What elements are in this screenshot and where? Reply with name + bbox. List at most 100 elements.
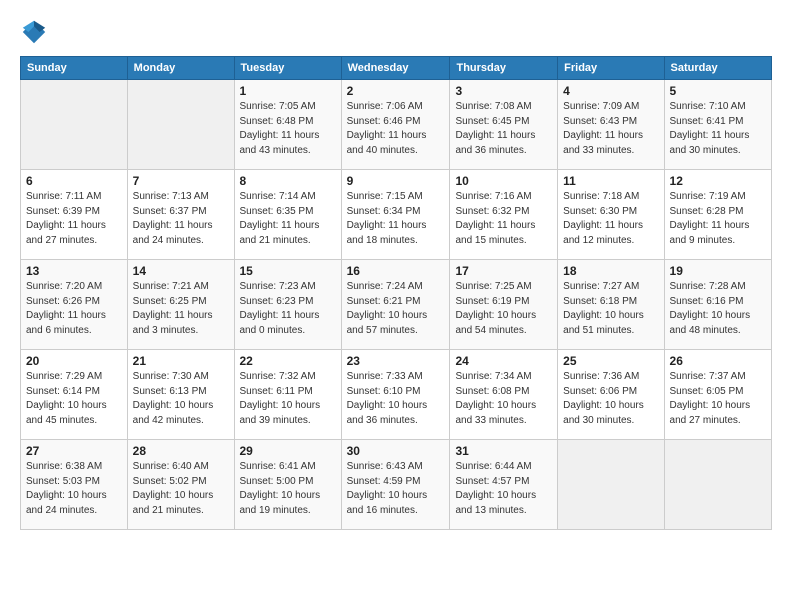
day-info: Sunrise: 7:06 AMSunset: 6:46 PMDaylight:… [347, 100, 445, 158]
weekday-header: Saturday [664, 57, 771, 80]
calendar-cell: 26 Sunrise: 7:37 AMSunset: 6:05 PMDayligh… [664, 350, 771, 440]
day-info: Sunrise: 7:14 AMSunset: 6:35 PMDaylight:… [240, 190, 336, 248]
day-info: Sunrise: 7:23 AMSunset: 6:23 PMDaylight:… [240, 280, 336, 338]
calendar-cell [664, 440, 771, 530]
calendar-cell: 5 Sunrise: 7:10 AMSunset: 6:41 PMDaylight… [664, 80, 771, 170]
day-info: Sunrise: 6:43 AMSunset: 4:59 PMDaylight:… [347, 460, 445, 518]
day-info: Sunrise: 7:19 AMSunset: 6:28 PMDaylight:… [670, 190, 766, 248]
calendar-cell: 23Sunrise: 7:33 AMSunset: 6:10 PMDayligh… [341, 350, 450, 440]
day-number: 16 [347, 264, 445, 278]
day-info: Sunrise: 7:18 AMSunset: 6:30 PMDaylight:… [563, 190, 658, 248]
day-info: Sunrise: 6:38 AMSunset: 5:03 PMDaylight:… [26, 460, 122, 518]
day-info: Sunrise: 7:09 AMSunset: 6:43 PMDaylight:… [563, 100, 658, 158]
calendar-cell: 15 Sunrise: 7:23 AMSunset: 6:23 PMDayligh… [234, 260, 341, 350]
day-number: 6 [26, 174, 122, 188]
day-info: Sunrise: 6:41 AMSunset: 5:00 PMDaylight:… [240, 460, 336, 518]
day-number: 1 [240, 84, 336, 98]
day-number: 10 [455, 174, 552, 188]
calendar-cell [558, 440, 664, 530]
calendar-page: SundayMondayTuesdayWednesdayThursdayFrid… [0, 0, 792, 612]
calendar-cell: 9 Sunrise: 7:15 AMSunset: 6:34 PMDaylight… [341, 170, 450, 260]
calendar-cell: 31Sunrise: 6:44 AMSunset: 4:57 PMDayligh… [450, 440, 558, 530]
day-number: 22 [240, 354, 336, 368]
day-number: 18 [563, 264, 658, 278]
weekday-header: Thursday [450, 57, 558, 80]
day-info: Sunrise: 7:11 AMSunset: 6:39 PMDaylight:… [26, 190, 122, 248]
calendar-cell: 13 Sunrise: 7:20 AMSunset: 6:26 PMDayligh… [21, 260, 128, 350]
calendar-cell: 30 Sunrise: 6:43 AMSunset: 4:59 PMDayligh… [341, 440, 450, 530]
day-info: Sunrise: 7:13 AMSunset: 6:37 PMDaylight:… [133, 190, 229, 248]
day-number: 29 [240, 444, 336, 458]
day-number: 7 [133, 174, 229, 188]
day-info: Sunrise: 7:20 AMSunset: 6:26 PMDaylight:… [26, 280, 122, 338]
calendar-cell: 1Sunrise: 7:05 AMSunset: 6:48 PMDaylight… [234, 80, 341, 170]
day-number: 31 [455, 444, 552, 458]
day-info: Sunrise: 7:25 AMSunset: 6:19 PMDaylight:… [455, 280, 552, 338]
day-number: 12 [670, 174, 766, 188]
page-header [20, 18, 772, 46]
calendar-cell: 11 Sunrise: 7:18 AMSunset: 6:30 PMDayligh… [558, 170, 664, 260]
day-number: 19 [670, 264, 766, 278]
weekday-header: Sunday [21, 57, 128, 80]
day-info: Sunrise: 7:37 AMSunset: 6:05 PMDaylight:… [670, 370, 766, 428]
calendar-cell: 16Sunrise: 7:24 AMSunset: 6:21 PMDayligh… [341, 260, 450, 350]
calendar-cell: 6 Sunrise: 7:11 AMSunset: 6:39 PMDaylight… [21, 170, 128, 260]
day-number: 13 [26, 264, 122, 278]
day-info: Sunrise: 7:36 AMSunset: 6:06 PMDaylight:… [563, 370, 658, 428]
calendar-cell: 8 Sunrise: 7:14 AMSunset: 6:35 PMDaylight… [234, 170, 341, 260]
calendar-cell [127, 80, 234, 170]
day-info: Sunrise: 7:21 AMSunset: 6:25 PMDaylight:… [133, 280, 229, 338]
calendar-cell: 10Sunrise: 7:16 AMSunset: 6:32 PMDayligh… [450, 170, 558, 260]
calendar-table: SundayMondayTuesdayWednesdayThursdayFrid… [20, 56, 772, 530]
calendar-cell: 20 Sunrise: 7:29 AMSunset: 6:14 PMDayligh… [21, 350, 128, 440]
calendar-week-row: 20 Sunrise: 7:29 AMSunset: 6:14 PMDayligh… [21, 350, 772, 440]
calendar-header: SundayMondayTuesdayWednesdayThursdayFrid… [21, 57, 772, 80]
calendar-cell: 3Sunrise: 7:08 AMSunset: 6:45 PMDaylight… [450, 80, 558, 170]
day-info: Sunrise: 7:10 AMSunset: 6:41 PMDaylight:… [670, 100, 766, 158]
day-number: 26 [670, 354, 766, 368]
calendar-cell: 29 Sunrise: 6:41 AMSunset: 5:00 PMDayligh… [234, 440, 341, 530]
day-info: Sunrise: 7:27 AMSunset: 6:18 PMDaylight:… [563, 280, 658, 338]
day-number: 15 [240, 264, 336, 278]
calendar-week-row: 13 Sunrise: 7:20 AMSunset: 6:26 PMDayligh… [21, 260, 772, 350]
day-number: 5 [670, 84, 766, 98]
day-info: Sunrise: 7:32 AMSunset: 6:11 PMDaylight:… [240, 370, 336, 428]
day-info: Sunrise: 7:34 AMSunset: 6:08 PMDaylight:… [455, 370, 552, 428]
calendar-cell: 24 Sunrise: 7:34 AMSunset: 6:08 PMDayligh… [450, 350, 558, 440]
day-info: Sunrise: 7:30 AMSunset: 6:13 PMDaylight:… [133, 370, 229, 428]
day-number: 20 [26, 354, 122, 368]
day-number: 24 [455, 354, 552, 368]
calendar-week-row: 27Sunrise: 6:38 AMSunset: 5:03 PMDayligh… [21, 440, 772, 530]
calendar-cell: 7 Sunrise: 7:13 AMSunset: 6:37 PMDaylight… [127, 170, 234, 260]
day-info: Sunrise: 7:15 AMSunset: 6:34 PMDaylight:… [347, 190, 445, 248]
day-number: 17 [455, 264, 552, 278]
calendar-cell: 18 Sunrise: 7:27 AMSunset: 6:18 PMDayligh… [558, 260, 664, 350]
day-number: 9 [347, 174, 445, 188]
day-number: 2 [347, 84, 445, 98]
calendar-cell [21, 80, 128, 170]
calendar-week-row: 1Sunrise: 7:05 AMSunset: 6:48 PMDaylight… [21, 80, 772, 170]
calendar-cell: 28 Sunrise: 6:40 AMSunset: 5:02 PMDayligh… [127, 440, 234, 530]
day-info: Sunrise: 7:29 AMSunset: 6:14 PMDaylight:… [26, 370, 122, 428]
calendar-cell: 22 Sunrise: 7:32 AMSunset: 6:11 PMDayligh… [234, 350, 341, 440]
weekday-header: Wednesday [341, 57, 450, 80]
day-number: 4 [563, 84, 658, 98]
day-number: 28 [133, 444, 229, 458]
calendar-cell: 25Sunrise: 7:36 AMSunset: 6:06 PMDayligh… [558, 350, 664, 440]
calendar-cell: 27Sunrise: 6:38 AMSunset: 5:03 PMDayligh… [21, 440, 128, 530]
day-number: 30 [347, 444, 445, 458]
calendar-cell: 21 Sunrise: 7:30 AMSunset: 6:13 PMDayligh… [127, 350, 234, 440]
calendar-week-row: 6 Sunrise: 7:11 AMSunset: 6:39 PMDaylight… [21, 170, 772, 260]
calendar-cell: 12 Sunrise: 7:19 AMSunset: 6:28 PMDayligh… [664, 170, 771, 260]
logo [20, 18, 52, 46]
day-number: 11 [563, 174, 658, 188]
day-number: 3 [455, 84, 552, 98]
calendar-cell: 17 Sunrise: 7:25 AMSunset: 6:19 PMDayligh… [450, 260, 558, 350]
logo-icon [20, 18, 48, 46]
calendar-cell: 14Sunrise: 7:21 AMSunset: 6:25 PMDayligh… [127, 260, 234, 350]
day-info: Sunrise: 7:28 AMSunset: 6:16 PMDaylight:… [670, 280, 766, 338]
weekday-row: SundayMondayTuesdayWednesdayThursdayFrid… [21, 57, 772, 80]
day-info: Sunrise: 6:40 AMSunset: 5:02 PMDaylight:… [133, 460, 229, 518]
day-number: 21 [133, 354, 229, 368]
day-number: 8 [240, 174, 336, 188]
